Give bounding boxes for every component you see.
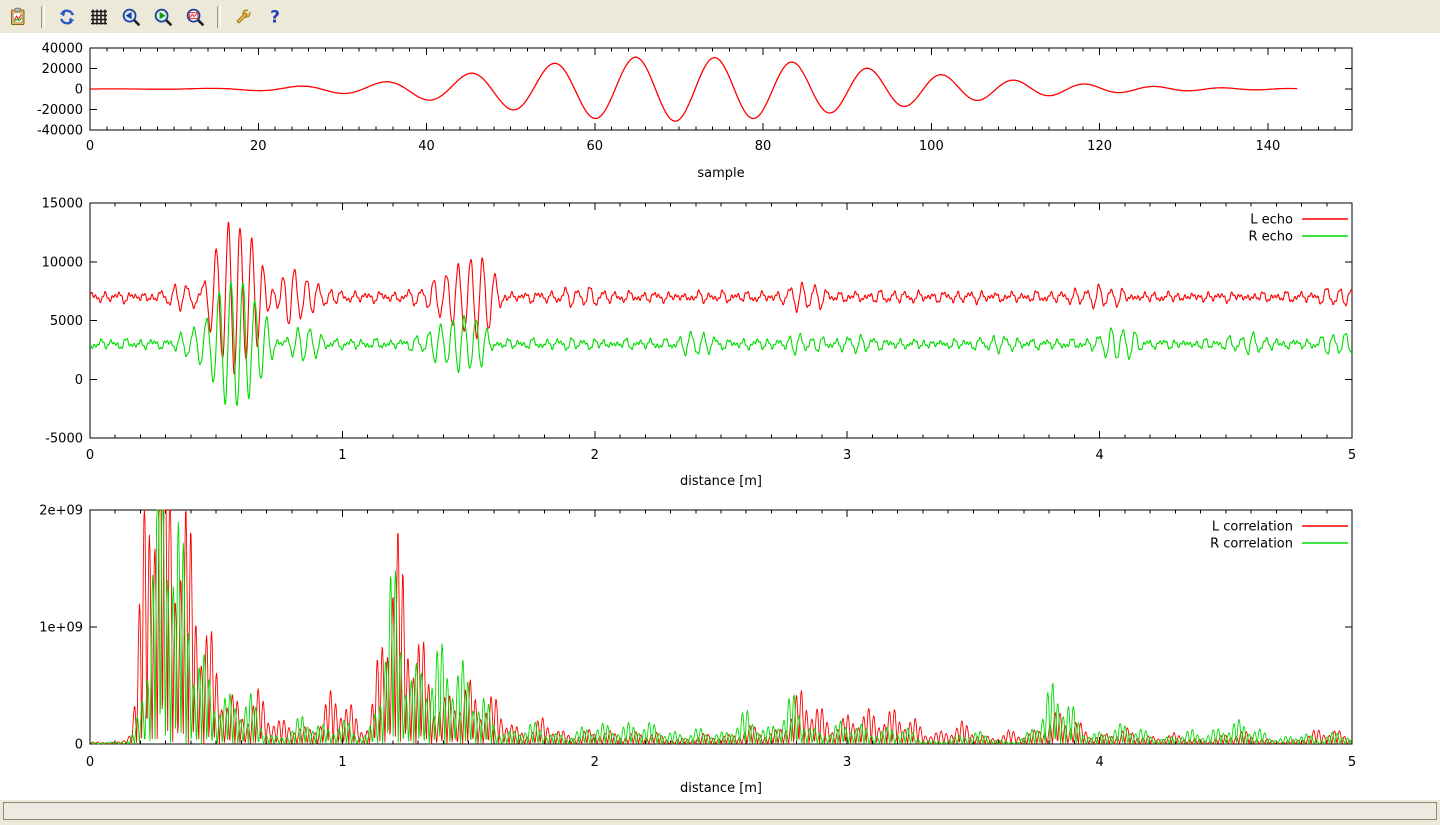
clipboard-chart-icon <box>9 7 29 27</box>
wrench-icon <box>233 7 253 27</box>
series-l-echo <box>90 222 1352 374</box>
series-transmit-pulse <box>90 57 1297 121</box>
axis-label: L correlation <box>1212 520 1293 535</box>
axis-label: -20000 <box>37 103 83 118</box>
axis-label: distance [m] <box>680 781 762 796</box>
axis-label: 5 <box>1348 448 1356 463</box>
axis-label: 40 <box>418 139 435 154</box>
tick-marks <box>90 510 1352 744</box>
axis-label: R echo <box>1248 230 1293 245</box>
axis-label: 0 <box>75 83 83 98</box>
axis-label: 3 <box>843 755 851 770</box>
copy-to-clipboard-button[interactable] <box>5 3 33 31</box>
series-r-echo <box>90 282 1352 406</box>
axis-label: 1 <box>338 755 346 770</box>
axis-label: 5000 <box>50 314 83 329</box>
plot-canvas[interactable]: -40000-200000200004000002040608010012014… <box>0 33 1440 800</box>
axis-label: distance [m] <box>680 474 762 489</box>
axis-label: 1 <box>338 448 346 463</box>
replot-button[interactable] <box>53 3 81 31</box>
autoscale-button[interactable] <box>181 3 209 31</box>
zoom-next-button[interactable] <box>149 3 177 31</box>
gnuplot-window: ? -40000-2000002000040000020406080100120… <box>0 0 1440 825</box>
axis-label: 2e+09 <box>39 504 83 519</box>
plot-frame <box>90 203 1352 438</box>
axis-label: 0 <box>75 373 83 388</box>
axis-label: 80 <box>755 139 772 154</box>
zoom-previous-button[interactable] <box>117 3 145 31</box>
zoom-autoscale-icon <box>185 7 205 27</box>
axis-label: 0 <box>86 139 94 154</box>
axis-label: 120 <box>1087 139 1112 154</box>
axis-label: 3 <box>843 448 851 463</box>
series-l-correlation <box>90 510 1352 744</box>
charts-svg: -40000-200000200004000002040608010012014… <box>0 33 1440 800</box>
refresh-icon <box>57 7 77 27</box>
axis-label: 0 <box>86 755 94 770</box>
plot-frame <box>90 510 1352 744</box>
chart-3[interactable]: 0 1e+09 2e+09 0 1 2 3 4 5 distance [m] L correlati… <box>39 504 1356 797</box>
series-r-correlation <box>90 510 1352 744</box>
axis-label: 10000 <box>42 255 83 270</box>
axis-label: -40000 <box>37 124 83 139</box>
axis-label: 1e+09 <box>39 621 83 636</box>
axis-label: 20 <box>250 139 267 154</box>
toggle-grid-button[interactable] <box>85 3 113 31</box>
axis-label: 15000 <box>42 197 83 212</box>
axis-label: R correlation <box>1210 537 1293 552</box>
toolbar: ? <box>0 0 1440 34</box>
chart-2[interactable]: -5000050001000015000012345distance [m]L … <box>42 197 1357 490</box>
chart-1[interactable]: -40000 -20000 0 20000 40000 0 20 40 60 80 100 120 14… <box>37 42 1352 182</box>
help-button[interactable]: ? <box>261 3 289 31</box>
axis-label: L echo <box>1250 213 1293 228</box>
zoom-previous-icon <box>121 7 141 27</box>
axis-label: 60 <box>587 139 604 154</box>
tick-marks <box>90 203 1352 438</box>
axis-label: sample <box>697 166 744 181</box>
status-bar <box>0 800 1440 825</box>
zoom-next-icon <box>153 7 173 27</box>
axis-label: 4 <box>1095 755 1103 770</box>
toolbar-separator <box>217 6 221 28</box>
axis-label: 0 <box>75 738 83 753</box>
axis-label: 140 <box>1255 139 1280 154</box>
axis-label: 20000 <box>42 62 83 77</box>
axis-label: 2 <box>591 755 599 770</box>
configure-button[interactable] <box>229 3 257 31</box>
axis-label: 0 <box>86 448 94 463</box>
help-icon: ? <box>265 7 285 27</box>
status-message-field <box>3 802 1437 820</box>
toolbar-separator <box>41 6 45 28</box>
axis-label: 100 <box>919 139 944 154</box>
help-glyph: ? <box>270 7 280 27</box>
grid-icon <box>89 7 109 27</box>
axis-label: 5 <box>1348 755 1356 770</box>
axis-label: -5000 <box>45 432 83 447</box>
axis-label: 4 <box>1095 448 1103 463</box>
axis-label: 40000 <box>42 42 83 57</box>
axis-label: 2 <box>591 448 599 463</box>
